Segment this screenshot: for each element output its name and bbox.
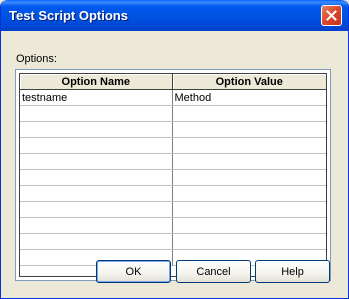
close-button[interactable] [321, 5, 342, 26]
table-row[interactable] [20, 169, 326, 186]
options-table: Option Name Option Value testname Method [20, 74, 326, 266]
options-grid[interactable]: Option Name Option Value testname Method [15, 69, 331, 281]
table-row[interactable] [20, 121, 326, 138]
title-bar[interactable]: Test Script Options [1, 0, 348, 31]
option-name-cell[interactable] [20, 201, 173, 218]
column-header-option-value[interactable]: Option Value [172, 74, 326, 90]
dialog-title: Test Script Options [9, 8, 128, 23]
dialog-body: Options: Option Name Option Value testna… [4, 31, 345, 295]
table-row[interactable]: testname Method [20, 89, 326, 106]
option-value-cell[interactable] [172, 169, 326, 186]
option-value-cell[interactable] [172, 105, 326, 122]
option-name-cell[interactable] [20, 105, 173, 122]
dialog-window: Test Script Options Options: Option Name [0, 0, 349, 299]
option-value-cell[interactable] [172, 137, 326, 154]
option-name-cell[interactable] [20, 169, 173, 186]
option-name-cell[interactable] [20, 185, 173, 202]
option-value-cell[interactable] [172, 153, 326, 170]
option-name-cell[interactable] [20, 121, 173, 138]
option-name-cell[interactable] [20, 153, 173, 170]
table-row[interactable] [20, 105, 326, 122]
table-row[interactable] [20, 137, 326, 154]
option-value-cell[interactable] [172, 217, 326, 234]
table-row[interactable] [20, 217, 326, 234]
header-row: Option Name Option Value [20, 74, 326, 90]
options-grid-frame: Option Name Option Value testname Method [19, 73, 327, 277]
option-name-cell[interactable] [20, 137, 173, 154]
table-row[interactable] [20, 185, 326, 202]
option-value-cell[interactable] [172, 201, 326, 218]
option-value-cell[interactable] [172, 121, 326, 138]
table-row[interactable] [20, 201, 326, 218]
table-row[interactable] [20, 233, 326, 250]
option-value-cell[interactable] [172, 185, 326, 202]
option-value-cell[interactable] [172, 233, 326, 250]
table-row[interactable] [20, 153, 326, 170]
cancel-button[interactable]: Cancel [176, 260, 251, 283]
ok-button[interactable]: OK [96, 260, 171, 283]
column-header-option-name[interactable]: Option Name [20, 74, 173, 90]
option-value-cell[interactable]: Method [172, 89, 326, 106]
option-name-cell[interactable] [20, 233, 173, 250]
close-icon [326, 10, 337, 21]
option-name-cell[interactable] [20, 217, 173, 234]
help-button[interactable]: Help [255, 260, 330, 283]
options-label: Options: [16, 53, 57, 65]
option-name-cell[interactable]: testname [20, 89, 173, 106]
